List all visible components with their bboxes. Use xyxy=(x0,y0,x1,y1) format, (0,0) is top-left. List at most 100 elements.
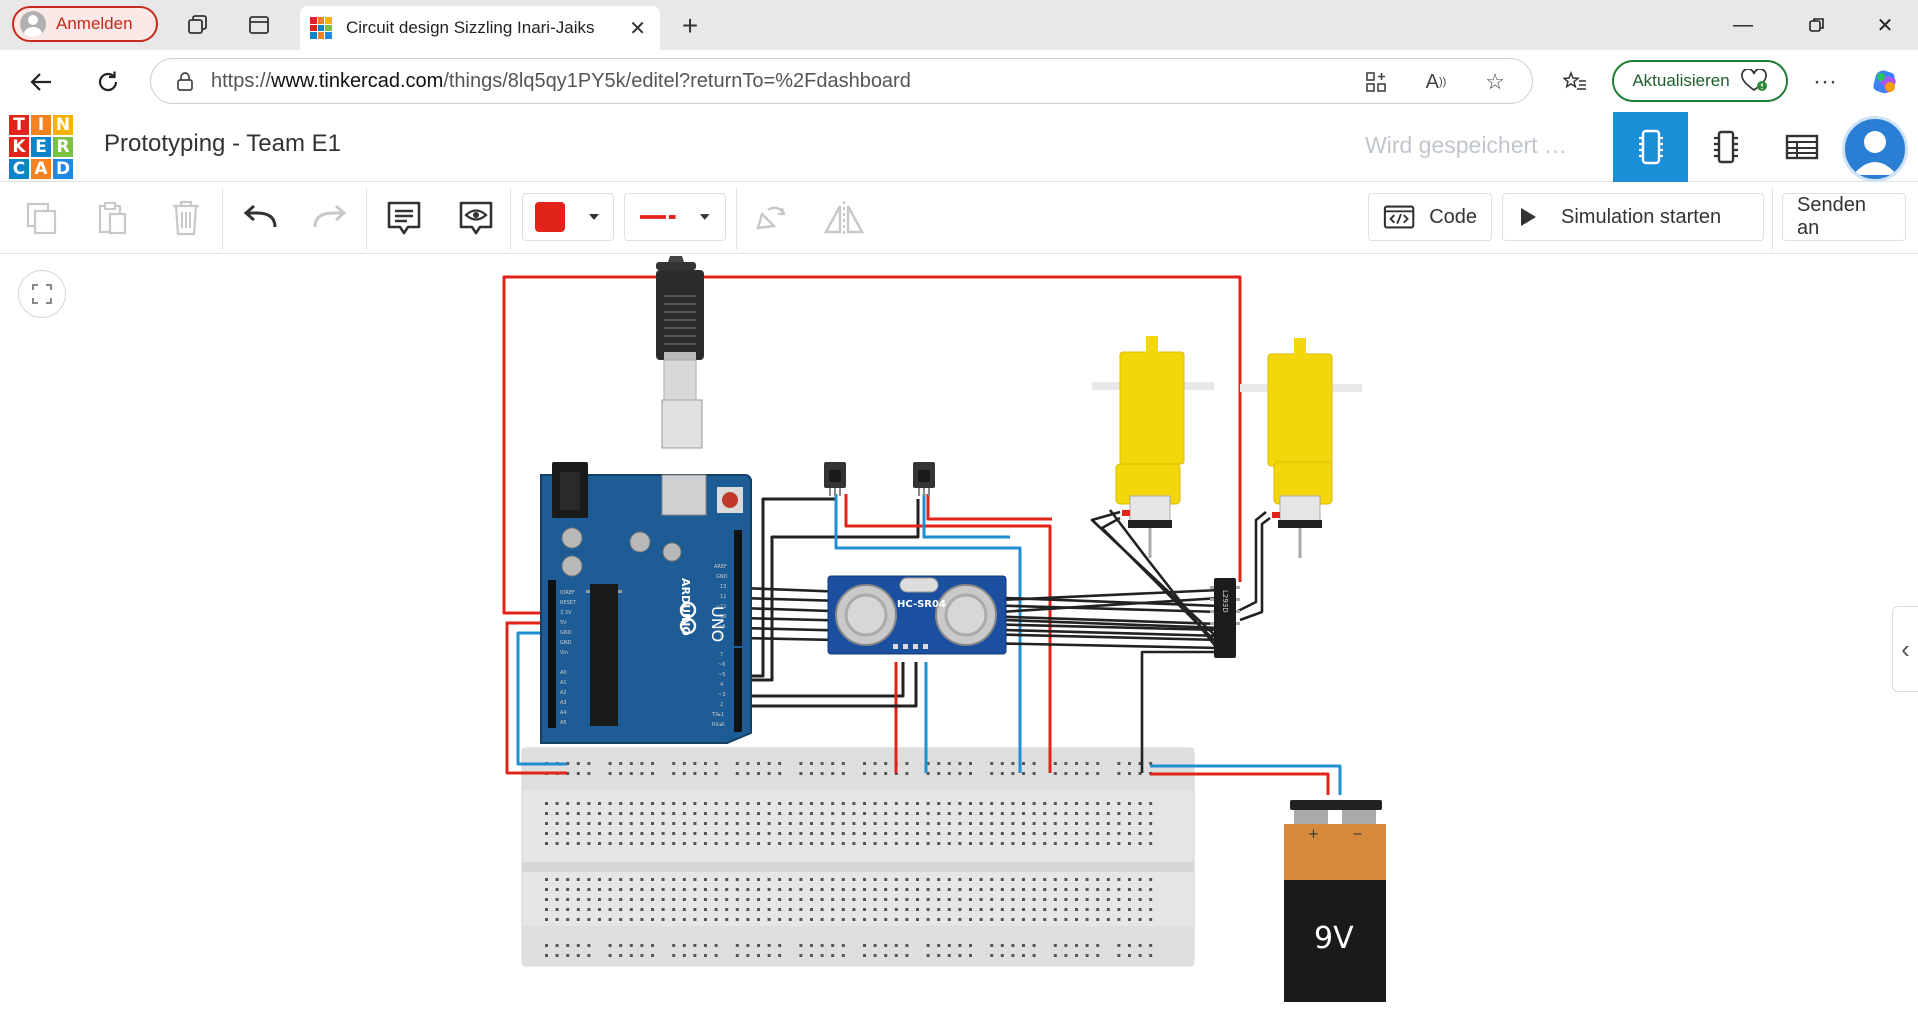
send-to-label: Senden an xyxy=(1797,194,1866,239)
wire-black-echo xyxy=(740,662,918,708)
svg-text:TX▸1: TX▸1 xyxy=(711,712,724,718)
tinkercad-favicon-icon xyxy=(310,17,332,39)
profile-button[interactable]: Anmelden xyxy=(12,6,158,42)
chevron-left-icon: ‹ xyxy=(1901,633,1910,664)
favorite-star-icon[interactable]: ☆ xyxy=(1480,67,1510,97)
schematic-view-button[interactable] xyxy=(1764,112,1839,182)
more-menu-icon[interactable]: ··· xyxy=(1810,67,1840,97)
app-available-icon[interactable] xyxy=(1361,67,1391,97)
circuit-drawing[interactable]: IOREF RESET 3.3V 5V GND GND Vin A0 A1 A2 A3 A4 A5 A… xyxy=(0,254,1918,1015)
design-title[interactable]: Prototyping - Team E1 xyxy=(104,130,341,158)
sensor-model-label: HC-SR04 xyxy=(897,599,946,610)
visibility-icon[interactable] xyxy=(450,192,502,244)
side-panel-toggle[interactable]: ‹ xyxy=(1892,606,1918,692)
svg-text:4: 4 xyxy=(720,682,723,688)
reload-icon[interactable] xyxy=(88,62,128,102)
battery-minus: − xyxy=(1352,827,1363,842)
lock-icon xyxy=(177,72,193,91)
logo-letter: N xyxy=(53,115,73,135)
dc-motor-right[interactable] xyxy=(1240,338,1362,558)
chevron-down-icon xyxy=(699,214,710,220)
play-icon xyxy=(1521,208,1536,226)
ir-sensor-left[interactable] xyxy=(824,462,846,496)
paste-icon[interactable] xyxy=(86,192,138,244)
start-simulation-label: Simulation starten xyxy=(1561,205,1722,228)
start-simulation-button[interactable]: Simulation starten xyxy=(1502,193,1764,241)
chevron-down-icon xyxy=(589,214,599,220)
battery-9v[interactable]: + − 9V xyxy=(1284,800,1386,1002)
fill-color-picker[interactable] xyxy=(522,193,614,241)
svg-text:A4: A4 xyxy=(560,710,567,716)
svg-text:12: 12 xyxy=(720,594,726,600)
breadboard-view-icon xyxy=(1638,129,1663,165)
wire-blue-ir2-gnd xyxy=(922,494,1010,539)
svg-text:RESET: RESET xyxy=(560,600,577,606)
svg-text:3.3V: 3.3V xyxy=(560,610,572,616)
svg-text:IOREF: IOREF xyxy=(560,590,575,596)
read-aloud-icon[interactable]: A)) xyxy=(1421,67,1451,97)
copilot-icon[interactable] xyxy=(1870,67,1900,97)
copy-icon[interactable] xyxy=(16,192,68,244)
wire-line-icon xyxy=(639,215,676,219)
fill-color-swatch xyxy=(535,202,565,232)
favorites-list-icon[interactable] xyxy=(1560,67,1590,97)
new-tab-icon[interactable]: + xyxy=(672,8,708,44)
tab-title: Circuit design Sizzling Inari-Jaiks xyxy=(346,18,595,37)
redo-icon[interactable] xyxy=(304,192,356,244)
logo-letter: R xyxy=(53,137,73,157)
notes-icon[interactable] xyxy=(378,192,430,244)
fit-to-view-icon xyxy=(32,284,52,304)
svg-text:GND: GND xyxy=(560,640,572,646)
profile-avatar-icon xyxy=(20,11,46,37)
update-button[interactable]: Aktualisieren xyxy=(1612,60,1788,102)
toolbar-divider xyxy=(222,188,223,250)
profile-label: Anmelden xyxy=(56,14,133,33)
code-icon xyxy=(1383,205,1415,229)
tab-actions-icon[interactable] xyxy=(241,7,277,43)
arduino-uno[interactable]: IOREF RESET 3.3V 5V GND GND Vin A0 A1 A2 A3 A4 A5 A… xyxy=(540,256,752,744)
user-avatar[interactable] xyxy=(1842,116,1908,182)
back-icon[interactable] xyxy=(22,62,62,102)
logo-letter: T xyxy=(9,115,29,135)
url-bar[interactable]: https://www.tinkercad.com/things/8lq5qy1… xyxy=(150,58,1533,104)
send-to-button[interactable]: Senden an xyxy=(1782,193,1906,241)
tinkercad-logo[interactable]: T I N K E R C A D xyxy=(9,115,73,179)
ultrasonic-sensor[interactable]: HC-SR04 xyxy=(827,575,1007,655)
svg-text:A3: A3 xyxy=(560,700,567,706)
motor-driver-chip[interactable]: L293D xyxy=(1210,578,1240,658)
svg-text:Vin: Vin xyxy=(560,650,568,656)
update-label: Aktualisieren xyxy=(1632,71,1730,90)
svg-text:A1: A1 xyxy=(560,680,567,686)
svg-text:GND: GND xyxy=(560,630,572,636)
rotate-icon[interactable] xyxy=(744,192,796,244)
circuit-view-button[interactable] xyxy=(1613,112,1688,182)
svg-text:5V: 5V xyxy=(560,620,567,626)
restore-icon[interactable] xyxy=(1782,0,1852,50)
collections-icon[interactable] xyxy=(180,7,216,43)
svg-text:~3: ~3 xyxy=(718,692,725,698)
breadboard[interactable] xyxy=(521,747,1195,967)
ir-sensor-right[interactable] xyxy=(913,462,935,496)
delete-icon[interactable] xyxy=(160,192,212,244)
fit-view-button[interactable] xyxy=(18,270,66,318)
component-list-button[interactable] xyxy=(1688,112,1763,182)
wire-style-picker[interactable] xyxy=(624,193,726,241)
heart-pulse-icon xyxy=(1740,69,1767,92)
chip-icon xyxy=(1713,130,1738,164)
toolbar-divider xyxy=(1772,188,1773,250)
logo-letter: K xyxy=(9,137,29,157)
toolbar-divider xyxy=(510,188,511,250)
close-tab-icon[interactable]: ✕ xyxy=(629,16,646,41)
svg-text:A2: A2 xyxy=(560,690,567,696)
table-icon xyxy=(1785,134,1818,160)
toolbar-divider xyxy=(736,188,737,250)
close-window-icon[interactable]: ✕ xyxy=(1850,0,1918,50)
browser-tab-active[interactable]: Circuit design Sizzling Inari-Jaiks ✕ xyxy=(300,6,660,50)
undo-icon[interactable] xyxy=(234,192,286,244)
flip-icon[interactable] xyxy=(818,192,870,244)
svg-text:GND: GND xyxy=(716,574,728,580)
minimize-icon[interactable]: — xyxy=(1708,0,1778,50)
code-button[interactable]: Code xyxy=(1368,193,1492,241)
user-icon xyxy=(1853,131,1897,175)
url-host: www.tinkercad.com xyxy=(271,69,444,92)
